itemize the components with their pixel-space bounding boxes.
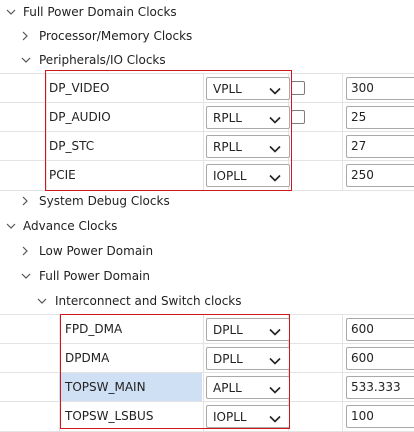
clock-source-select[interactable]: DPLL [206, 318, 290, 341]
tree-node-advance-clocks[interactable]: Advance Clocks [0, 214, 414, 238]
tree-label: Processor/Memory Clocks [39, 29, 193, 43]
chevron-down-icon[interactable] [269, 84, 281, 98]
clock-name: FPD_DMA [65, 322, 123, 336]
chevron-right-icon[interactable] [19, 189, 31, 213]
tree-node-peripherals-io-clocks[interactable]: Peripherals/IO Clocks [0, 48, 414, 72]
clock-source-value: RPLL [213, 110, 242, 125]
column-divider [342, 161, 343, 190]
chevron-right-icon[interactable] [19, 24, 31, 48]
column-divider [203, 373, 204, 402]
clock-name: DP_STC [49, 139, 95, 153]
table-row[interactable]: PCIE IOPLL 250 [0, 160, 414, 191]
column-divider [203, 103, 204, 132]
tree-node-full-power-domain[interactable]: Full Power Domain [0, 264, 414, 288]
clock-source-select[interactable]: APLL [206, 376, 290, 399]
enable-checkbox[interactable] [291, 81, 305, 95]
table-row[interactable]: DP_VIDEO VPLL 300 [0, 73, 414, 103]
tree-node-full-power-domain-clocks[interactable]: Full Power Domain Clocks [0, 0, 414, 24]
table-row[interactable]: DP_AUDIO RPLL 25 [0, 102, 414, 132]
tree-label: Full Power Domain [39, 269, 150, 283]
chevron-down-icon[interactable] [20, 264, 32, 288]
chevron-down-icon[interactable] [269, 142, 281, 156]
tree-label: Peripherals/IO Clocks [39, 53, 166, 67]
column-divider [203, 315, 204, 344]
column-divider [203, 344, 204, 373]
column-divider [342, 315, 343, 344]
tree-node-interconnect-switch-clocks[interactable]: Interconnect and Switch clocks [0, 289, 414, 313]
clock-name: TOPSW_MAIN [59, 373, 202, 402]
frequency-input[interactable]: 100 [346, 405, 414, 428]
clock-name: TOPSW_LSBUS [65, 409, 154, 423]
frequency-input[interactable]: 600 [346, 318, 414, 341]
clock-source-select[interactable]: VPLL [206, 77, 290, 100]
table-row[interactable]: FPD_DMA DPLL 600 [0, 314, 414, 344]
column-divider [203, 132, 204, 161]
chevron-down-icon[interactable] [269, 383, 281, 397]
column-divider [203, 161, 204, 190]
column-divider [342, 373, 343, 402]
column-divider [342, 344, 343, 373]
clock-source-value: VPLL [213, 81, 242, 96]
tree-node-system-debug-clocks[interactable]: System Debug Clocks [0, 189, 414, 213]
tree-label: Low Power Domain [39, 244, 154, 258]
clock-name: DP_VIDEO [49, 81, 110, 95]
frequency-input[interactable]: 600 [346, 347, 414, 370]
clock-source-select[interactable]: DPLL [206, 347, 290, 370]
chevron-down-icon[interactable] [269, 325, 281, 339]
column-divider [342, 402, 343, 431]
enable-checkbox[interactable] [291, 110, 305, 124]
clock-source-value: IOPLL [213, 168, 247, 183]
frequency-input[interactable]: 300 [346, 77, 414, 100]
clock-source-select[interactable]: IOPLL [206, 164, 290, 187]
table-row[interactable]: DPDMA DPLL 600 [0, 343, 414, 373]
clock-source-value: APLL [213, 380, 242, 395]
clock-source-value: DPLL [213, 322, 243, 337]
table-row[interactable]: DP_STC RPLL 27 [0, 131, 414, 161]
tree-node-low-power-domain[interactable]: Low Power Domain [0, 239, 414, 263]
clock-source-select[interactable]: RPLL [206, 135, 290, 158]
clock-source-value: RPLL [213, 139, 242, 154]
chevron-down-icon[interactable] [269, 412, 281, 426]
clock-name: DPDMA [65, 351, 110, 365]
clock-name: PCIE [49, 168, 76, 182]
clock-source-select[interactable]: RPLL [206, 106, 290, 129]
column-divider [342, 132, 343, 161]
column-divider [342, 103, 343, 132]
tree-label: Advance Clocks [23, 219, 118, 233]
tree-label: Interconnect and Switch clocks [55, 294, 242, 308]
chevron-down-icon[interactable] [269, 113, 281, 127]
chevron-down-icon[interactable] [5, 214, 17, 238]
chevron-down-icon[interactable] [36, 289, 48, 313]
chevron-down-icon[interactable] [269, 171, 281, 185]
frequency-input[interactable]: 27 [346, 135, 414, 158]
chevron-down-icon[interactable] [269, 354, 281, 368]
frequency-input[interactable]: 25 [346, 106, 414, 129]
frequency-input[interactable]: 533.333 [346, 376, 414, 399]
chevron-down-icon[interactable] [20, 48, 32, 72]
tree-label: System Debug Clocks [39, 194, 170, 208]
tree-label: Full Power Domain Clocks [23, 5, 177, 19]
column-divider [342, 74, 343, 103]
clock-source-select[interactable]: IOPLL [206, 405, 290, 428]
column-divider [203, 402, 204, 431]
table-row[interactable]: TOPSW_MAIN APLL 533.333 [0, 372, 414, 402]
clock-name: DP_AUDIO [49, 110, 111, 124]
clock-source-value: IOPLL [213, 409, 247, 424]
chevron-down-icon[interactable] [5, 0, 17, 24]
frequency-input[interactable]: 250 [346, 164, 414, 187]
clock-source-value: DPLL [213, 351, 243, 366]
table-row[interactable]: TOPSW_LSBUS IOPLL 100 [0, 401, 414, 432]
tree-node-processor-memory-clocks[interactable]: Processor/Memory Clocks [0, 24, 414, 48]
column-divider [203, 74, 204, 103]
chevron-right-icon[interactable] [19, 239, 31, 263]
